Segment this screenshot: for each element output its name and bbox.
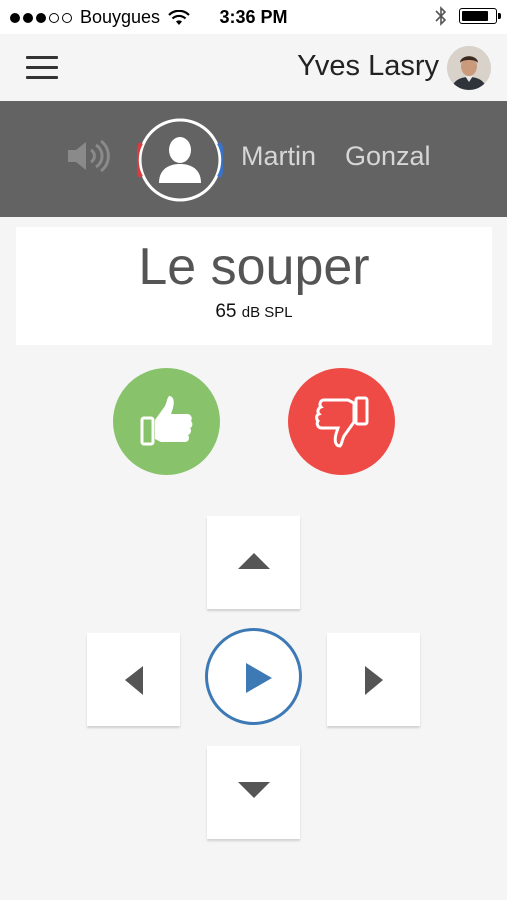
sound-level-value: 65	[215, 301, 237, 322]
battery-level	[462, 11, 488, 21]
status-bar: Bouygues 3:36 PM	[0, 0, 507, 34]
play-button[interactable]	[205, 628, 302, 725]
thumbs-up-icon	[140, 396, 193, 446]
user-avatar[interactable]	[447, 46, 491, 90]
next-button[interactable]	[327, 633, 420, 726]
listener-name-2[interactable]: Gonzal	[345, 141, 431, 172]
triangle-right-icon	[365, 666, 383, 695]
dislike-button[interactable]	[288, 368, 395, 475]
battery-icon	[459, 8, 501, 24]
like-button[interactable]	[113, 368, 220, 475]
triangle-left-icon	[125, 666, 143, 695]
listener-name-1[interactable]: Martin	[241, 141, 316, 172]
listener-bar: Martin Gonzal	[0, 101, 507, 217]
user-name: Yves Lasry	[297, 50, 439, 82]
play-icon	[246, 663, 272, 693]
bluetooth-icon	[435, 6, 447, 26]
sound-level-unit: dB SPL	[241, 304, 293, 321]
hamburger-menu-icon[interactable]	[26, 56, 58, 80]
avatar-portrait	[447, 46, 491, 90]
speaker-icon[interactable]	[66, 139, 110, 173]
app-header: Yves Lasry	[0, 34, 507, 101]
sound-level: 65 dB SPL	[16, 301, 492, 323]
previous-button[interactable]	[87, 633, 180, 726]
down-button[interactable]	[207, 746, 300, 839]
triangle-down-icon	[238, 782, 270, 798]
track-card: Le souper 65 dB SPL	[16, 227, 492, 345]
track-title: Le souper	[138, 238, 370, 296]
listener-profile-button[interactable]	[134, 117, 226, 203]
up-button[interactable]	[207, 516, 300, 609]
person-icon	[134, 118, 226, 202]
clock: 3:36 PM	[219, 7, 288, 27]
thumbs-down-icon	[315, 396, 369, 448]
triangle-up-icon	[238, 553, 270, 569]
status-right	[435, 6, 501, 26]
